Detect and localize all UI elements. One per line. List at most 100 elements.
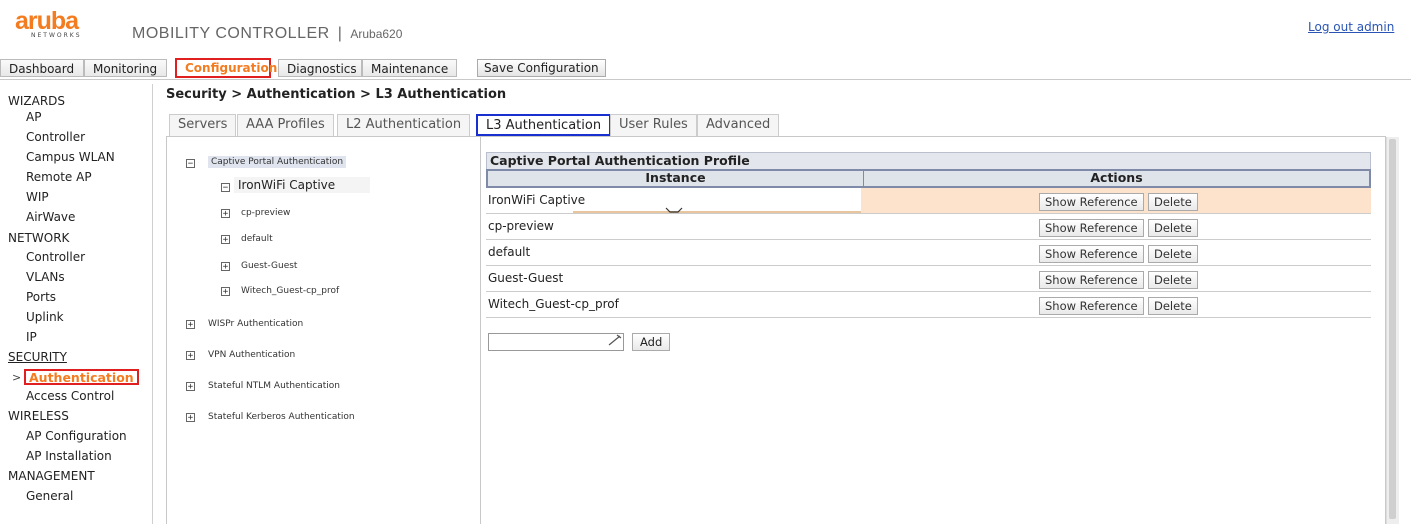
tree-node-ironwifi-captive[interactable]: IronWiFi Captive xyxy=(234,177,370,193)
tree-node-default[interactable]: default xyxy=(241,234,273,244)
row-resize-handle[interactable] xyxy=(573,207,863,213)
column-header-actions: Actions xyxy=(1090,170,1143,185)
collapse-icon[interactable]: − xyxy=(186,159,195,169)
collapse-icon[interactable]: − xyxy=(221,183,230,193)
tab-aaa-profiles[interactable]: AAA Profiles xyxy=(237,114,334,136)
product-name: MOBILITY CONTROLLER xyxy=(132,25,330,42)
nav-tab-maintenance[interactable]: Maintenance xyxy=(362,59,457,77)
delete-button[interactable]: Delete xyxy=(1148,271,1198,289)
table-header-row: Instance Actions xyxy=(486,169,1371,188)
add-instance-button[interactable]: Add xyxy=(632,333,671,351)
expand-icon[interactable]: + xyxy=(221,262,230,272)
new-instance-input[interactable] xyxy=(488,333,624,351)
sidebar-item-wizard-ap[interactable]: AP xyxy=(26,110,41,124)
table-title: Captive Portal Authentication Profile xyxy=(486,152,1371,169)
sidebar-heading-management: MANAGEMENT xyxy=(8,469,95,483)
table-row[interactable]: IronWiFi Captive Show Reference Delete xyxy=(486,188,1371,214)
title-separator: | xyxy=(337,25,343,42)
sidebar-item-remote-ap[interactable]: Remote AP xyxy=(26,170,92,184)
sidebar-item-authentication[interactable]: Authentication xyxy=(24,369,139,385)
tab-l3-authentication[interactable]: L3 Authentication xyxy=(476,114,612,136)
controller-model: Aruba620 xyxy=(350,27,403,41)
instance-name: default xyxy=(488,245,531,259)
row-actions: Show Reference Delete xyxy=(861,240,1371,265)
show-reference-button[interactable]: Show Reference xyxy=(1039,245,1144,263)
table-row[interactable]: cp-preview Show Reference Delete xyxy=(486,214,1371,240)
sidebar-heading-security: SECURITY xyxy=(8,350,67,364)
sidebar-item-network-controller[interactable]: Controller xyxy=(26,250,85,264)
column-header-instance: Instance xyxy=(488,171,864,186)
sidebar-heading-network: NETWORK xyxy=(8,231,70,245)
nav-tab-configuration[interactable]: Configuration xyxy=(175,58,277,78)
table-row[interactable]: Guest-Guest Show Reference Delete xyxy=(486,266,1371,292)
tab-advanced[interactable]: Advanced xyxy=(697,114,780,136)
sidebar-item-airwave[interactable]: AirWave xyxy=(26,210,75,224)
sidebar: WIZARDS AP Controller Campus WLAN Remote… xyxy=(0,84,153,524)
sidebar-item-ports[interactable]: Ports xyxy=(26,290,56,304)
captive-portal-profile-table: Captive Portal Authentication Profile In… xyxy=(486,152,1371,328)
expand-icon[interactable]: + xyxy=(186,413,195,423)
scrollbar-thumb[interactable] xyxy=(1389,139,1396,519)
tree-node-vpn[interactable]: VPN Authentication xyxy=(208,350,295,360)
show-reference-button[interactable]: Show Reference xyxy=(1039,271,1144,289)
expand-icon[interactable]: + xyxy=(186,320,195,330)
table-row[interactable]: Witech_Guest-cp_prof Show Reference Dele… xyxy=(486,292,1371,318)
tree-node-cp-preview[interactable]: cp-preview xyxy=(241,208,290,218)
sidebar-item-ip[interactable]: IP xyxy=(26,330,37,344)
sidebar-heading-wizards: WIZARDS xyxy=(8,94,66,108)
delete-button[interactable]: Delete xyxy=(1148,245,1198,263)
edit-pencil-icon xyxy=(608,334,622,349)
tree-node-wispr[interactable]: WISPr Authentication xyxy=(208,319,303,329)
aruba-logo: aruba NETWORKS xyxy=(15,7,105,40)
save-configuration-button[interactable]: Save Configuration xyxy=(477,59,606,77)
expand-icon[interactable]: + xyxy=(221,209,230,219)
product-title: MOBILITY CONTROLLER | Aruba620 xyxy=(132,25,402,43)
breadcrumb: Security > Authentication > L3 Authentic… xyxy=(166,87,507,102)
logout-link[interactable]: Log out admin xyxy=(1308,20,1394,34)
instance-name: Guest-Guest xyxy=(488,271,564,285)
tree-node-stateful-kerberos[interactable]: Stateful Kerberos Authentication xyxy=(208,412,355,422)
expand-icon[interactable]: + xyxy=(221,235,230,245)
nav-tab-dashboard[interactable]: Dashboard xyxy=(0,59,84,77)
sidebar-heading-wireless: WIRELESS xyxy=(8,409,69,423)
sidebar-item-ap-configuration[interactable]: AP Configuration xyxy=(26,429,127,443)
expand-icon[interactable]: + xyxy=(221,287,230,297)
sidebar-item-vlans[interactable]: VLANs xyxy=(26,270,65,284)
expand-icon[interactable]: + xyxy=(186,382,195,392)
show-reference-button[interactable]: Show Reference xyxy=(1039,297,1144,315)
tree-node-captive-portal[interactable]: Captive Portal Authentication xyxy=(208,156,347,168)
row-actions: Show Reference Delete xyxy=(861,188,1371,213)
instance-name: Witech_Guest-cp_prof xyxy=(488,297,619,311)
sidebar-item-wizard-controller[interactable]: Controller xyxy=(26,130,85,144)
top-navigation: Dashboard Monitoring Configuration Diagn… xyxy=(0,57,1411,80)
vertical-scrollbar[interactable] xyxy=(1386,137,1399,524)
tab-l2-authentication[interactable]: L2 Authentication xyxy=(337,114,471,136)
sidebar-item-ap-installation[interactable]: AP Installation xyxy=(26,449,112,463)
delete-button[interactable]: Delete xyxy=(1148,193,1198,211)
row-actions: Show Reference Delete xyxy=(861,266,1371,291)
nav-tab-monitoring[interactable]: Monitoring xyxy=(84,59,167,77)
sidebar-item-wip[interactable]: WIP xyxy=(26,190,49,204)
sidebar-item-uplink[interactable]: Uplink xyxy=(26,310,64,324)
delete-button[interactable]: Delete xyxy=(1148,219,1198,237)
instance-name: IronWiFi Captive xyxy=(488,193,586,207)
tree-node-guest-guest[interactable]: Guest-Guest xyxy=(241,261,297,271)
current-item-marker: > xyxy=(12,371,22,384)
nav-tab-diagnostics[interactable]: Diagnostics xyxy=(278,59,362,77)
expand-icon[interactable]: + xyxy=(186,351,195,361)
show-reference-button[interactable]: Show Reference xyxy=(1039,193,1144,211)
table-row[interactable]: default Show Reference Delete xyxy=(486,240,1371,266)
profile-tree: − Captive Portal Authentication − IronWi… xyxy=(166,137,481,524)
sidebar-item-general[interactable]: General xyxy=(26,489,73,503)
delete-button[interactable]: Delete xyxy=(1148,297,1198,315)
tab-user-rules[interactable]: User Rules xyxy=(610,114,697,136)
sidebar-item-access-control[interactable]: Access Control xyxy=(26,389,114,403)
row-actions: Show Reference Delete xyxy=(861,214,1371,239)
row-actions: Show Reference Delete xyxy=(861,292,1371,317)
logo-wordmark: aruba xyxy=(15,7,79,35)
tree-node-witech-guest[interactable]: Witech_Guest-cp_prof xyxy=(241,286,339,296)
sidebar-item-campus-wlan[interactable]: Campus WLAN xyxy=(26,150,115,164)
show-reference-button[interactable]: Show Reference xyxy=(1039,219,1144,237)
tree-node-stateful-ntlm[interactable]: Stateful NTLM Authentication xyxy=(208,381,340,391)
tab-servers[interactable]: Servers xyxy=(169,114,237,136)
